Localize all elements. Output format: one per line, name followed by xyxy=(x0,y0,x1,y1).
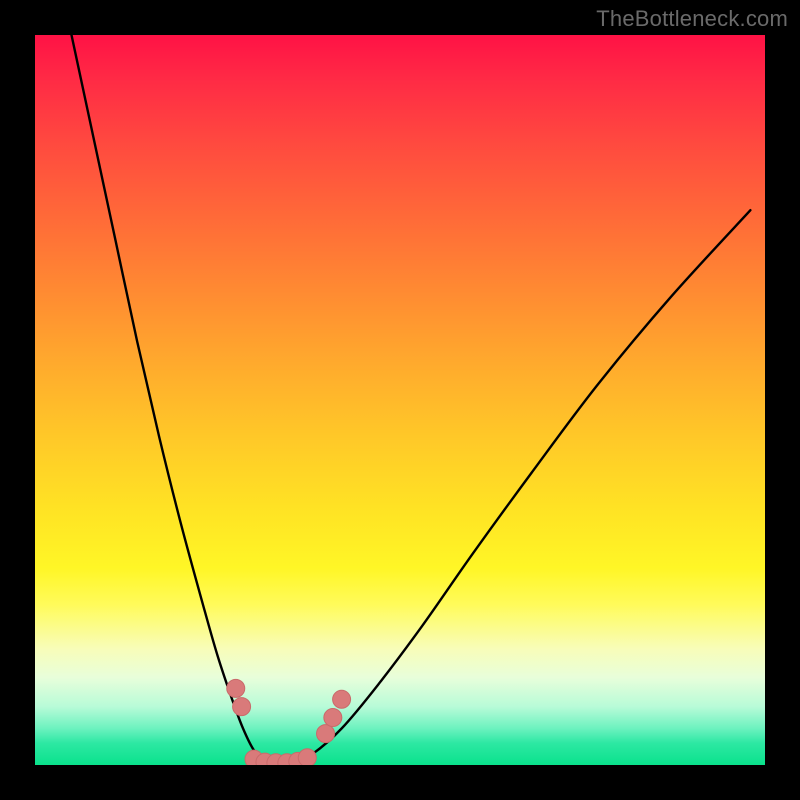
curve-marker xyxy=(333,690,351,708)
attribution-label: TheBottleneck.com xyxy=(596,6,788,32)
chart-frame: TheBottleneck.com xyxy=(0,0,800,800)
curve-marker xyxy=(317,725,335,743)
curve-marker xyxy=(324,709,342,727)
chart-svg xyxy=(35,35,765,765)
plot-area xyxy=(35,35,765,765)
curve-marker xyxy=(227,679,245,697)
curve-marker xyxy=(233,698,251,716)
bottleneck-curve xyxy=(72,35,751,765)
curve-marker xyxy=(298,749,316,765)
curve-markers xyxy=(227,679,351,765)
